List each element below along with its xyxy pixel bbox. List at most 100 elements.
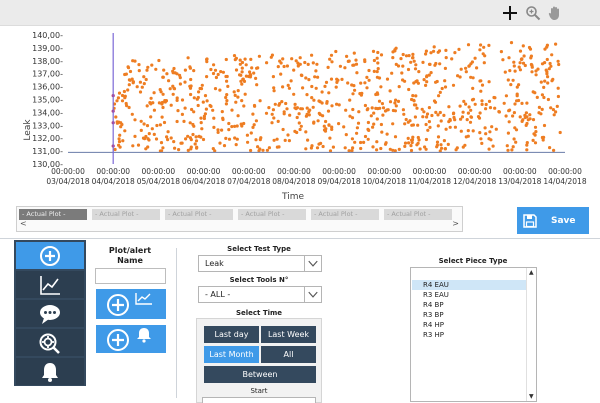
scroll-down-icon[interactable]: ▼ (529, 393, 534, 400)
scroll-up-icon[interactable]: ▲ (529, 269, 534, 276)
data-point (393, 149, 397, 153)
plot-tab-strip: - Actual Plot - - Actual Plot - - Actual… (16, 206, 463, 232)
scroll-right-icon[interactable]: > (452, 219, 459, 228)
data-point (491, 144, 495, 148)
scroll-left-icon[interactable]: < (20, 219, 27, 228)
data-point (193, 142, 197, 146)
data-point (381, 113, 385, 117)
data-point (409, 144, 413, 148)
data-point (480, 83, 485, 87)
piece-item-r3-eau[interactable]: R3 EAU (412, 290, 526, 300)
piece-item-r4-eau[interactable]: R4 EAU (412, 280, 526, 290)
y-tick-label: 138,00- (32, 57, 63, 66)
data-point (479, 43, 483, 47)
data-point (482, 61, 486, 65)
data-point (117, 137, 121, 141)
data-point (298, 56, 302, 60)
data-point (344, 133, 348, 137)
hand-icon[interactable] (547, 5, 563, 21)
start-date-field[interactable] (202, 397, 316, 403)
plot-alert-name-input[interactable] (95, 268, 166, 284)
last-week-button[interactable]: Last Week (261, 326, 316, 343)
data-point (506, 148, 510, 152)
data-point (196, 103, 200, 108)
add-alert-button[interactable] (96, 325, 166, 353)
piece-item-r4-hp[interactable]: R4 HP (412, 320, 526, 330)
tab-scrollbar[interactable]: < > (18, 219, 461, 230)
data-point (267, 146, 271, 150)
data-point (363, 134, 368, 139)
data-point (189, 77, 193, 82)
test-type-select[interactable]: Leak (198, 255, 322, 272)
data-point (314, 86, 318, 90)
nav-comment-button[interactable] (16, 300, 84, 327)
data-point (432, 49, 436, 53)
data-point (451, 83, 456, 87)
scatter-plot[interactable]: 130,00-131,00-132,00-133,00-134,00-135,0… (0, 26, 600, 206)
data-point (338, 64, 342, 68)
data-point (479, 137, 483, 141)
add-plot-button[interactable] (96, 289, 166, 319)
vertical-divider (176, 248, 177, 398)
data-point (433, 100, 438, 104)
data-point (376, 67, 380, 71)
data-point (251, 125, 255, 129)
zoom-icon[interactable] (525, 5, 541, 21)
data-point (371, 145, 375, 149)
save-button[interactable]: Save (517, 207, 589, 234)
data-point (544, 68, 548, 72)
data-point (371, 125, 375, 129)
nav-chart-button[interactable] (16, 271, 84, 298)
plot-tab-4[interactable]: - Actual Plot - (238, 209, 306, 220)
data-point (114, 115, 118, 119)
plot-tab-6[interactable]: - Actual Plot - (384, 209, 452, 220)
data-point (440, 146, 444, 150)
data-point (312, 121, 316, 125)
plot-tab-5[interactable]: - Actual Plot - (311, 209, 379, 220)
data-point (555, 104, 559, 108)
data-point (127, 78, 131, 82)
piece-item-r4-bp[interactable]: R4 BP (412, 300, 526, 310)
data-point (443, 79, 447, 83)
crosshair-icon[interactable] (502, 5, 518, 21)
nav-add-button[interactable] (16, 242, 84, 269)
data-point (299, 124, 303, 128)
data-point (465, 118, 469, 122)
last-day-button[interactable]: Last day (204, 326, 259, 343)
piece-list-scrollbar[interactable]: ▲ ▼ (526, 268, 536, 401)
add-bell-icon (107, 328, 151, 351)
x-tick-date: 11/04/2018 (408, 177, 451, 186)
plot-tab-3[interactable]: - Actual Plot - (165, 209, 233, 220)
piece-item-r3-hp[interactable]: R3 HP (412, 330, 526, 340)
data-point (144, 147, 148, 151)
data-point (162, 68, 166, 72)
data-point (166, 130, 170, 134)
data-point (282, 112, 286, 116)
data-point (305, 93, 309, 97)
all-button[interactable]: All (261, 346, 316, 363)
data-point (306, 62, 310, 66)
data-point (438, 90, 442, 94)
plot-tab-2[interactable]: - Actual Plot - (92, 209, 160, 220)
between-button[interactable]: Between (204, 366, 316, 383)
x-tick-time: 00:00:00 (277, 167, 311, 176)
data-point (461, 145, 465, 149)
data-point (233, 58, 237, 62)
data-point (281, 85, 285, 89)
data-point (265, 148, 269, 152)
piece-item-r3-bp[interactable]: R3 BP (412, 310, 526, 320)
data-point (425, 80, 429, 84)
data-point (300, 73, 304, 78)
data-point (509, 83, 513, 87)
data-point (310, 53, 314, 57)
plot-tab-1[interactable]: - Actual Plot - (19, 209, 87, 220)
last-month-button[interactable]: Last Month (204, 346, 259, 363)
data-point (161, 92, 165, 96)
data-point (372, 122, 376, 126)
data-point (225, 93, 229, 97)
data-point (350, 137, 354, 141)
nav-alert-button[interactable] (16, 358, 84, 385)
nav-search-settings-button[interactable] (16, 329, 84, 356)
piece-type-list[interactable]: R4 EAU R3 EAU R4 BP R3 BP R4 HP R3 HP ▲ … (410, 267, 537, 402)
tools-select[interactable]: - ALL - (198, 286, 322, 303)
